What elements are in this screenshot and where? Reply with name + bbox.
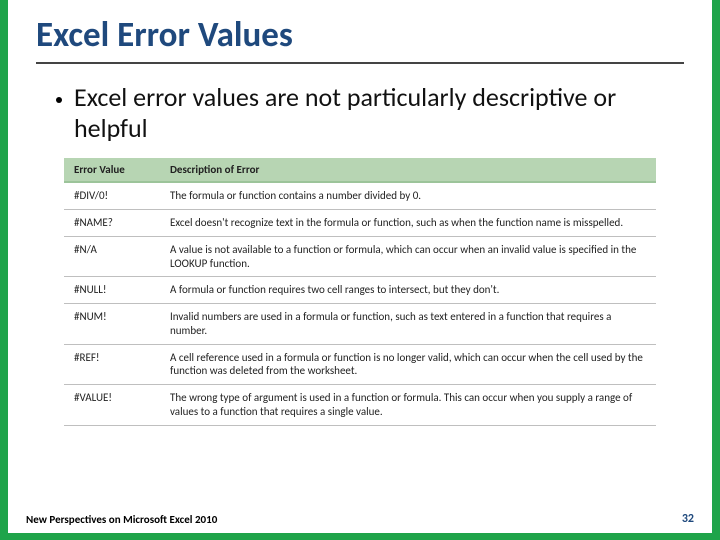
cell-error-value: #NAME?: [64, 210, 160, 237]
cell-description: A formula or function requires two cell …: [160, 277, 656, 304]
table-row: #NAME? Excel doesn't recognize text in t…: [64, 210, 656, 237]
slide-frame: Excel Error Values Excel error values ar…: [0, 0, 720, 540]
bullet-text: Excel error values are not particularly …: [74, 82, 664, 144]
table-header-row: Error Value Description of Error: [64, 158, 656, 182]
cell-description: Invalid numbers are used in a formula or…: [160, 304, 656, 345]
cell-error-value: #N/A: [64, 236, 160, 277]
table-row: #REF! A cell reference used in a formula…: [64, 344, 656, 385]
error-table: Error Value Description of Error #DIV/0!…: [64, 158, 656, 425]
col-header-error-value: Error Value: [64, 158, 160, 182]
table-row: #NUM! Invalid numbers are used in a form…: [64, 304, 656, 345]
cell-error-value: #NULL!: [64, 277, 160, 304]
table-row: #VALUE! The wrong type of argument is us…: [64, 385, 656, 426]
cell-description: The formula or function contains a numbe…: [160, 182, 656, 209]
table-row: #N/A A value is not available to a funct…: [64, 236, 656, 277]
bullet-item: Excel error values are not particularly …: [8, 76, 712, 158]
cell-error-value: #NUM!: [64, 304, 160, 345]
footer-source: New Perspectives on Microsoft Excel 2010: [26, 513, 217, 526]
slide-footer: New Perspectives on Microsoft Excel 2010…: [26, 512, 694, 526]
cell-description: A cell reference used in a formula or fu…: [160, 344, 656, 385]
bullet-dot-icon: [56, 97, 62, 103]
cell-error-value: #VALUE!: [64, 385, 160, 426]
cell-description: Excel doesn't recognize text in the form…: [160, 210, 656, 237]
col-header-description: Description of Error: [160, 158, 656, 182]
page-title: Excel Error Values: [8, 0, 712, 62]
cell-description: The wrong type of argument is used in a …: [160, 385, 656, 426]
cell-error-value: #REF!: [64, 344, 160, 385]
page-number: 32: [682, 512, 694, 526]
table-row: #DIV/0! The formula or function contains…: [64, 182, 656, 209]
error-table-wrap: Error Value Description of Error #DIV/0!…: [8, 158, 712, 425]
cell-error-value: #DIV/0!: [64, 182, 160, 209]
cell-description: A value is not available to a function o…: [160, 236, 656, 277]
table-row: #NULL! A formula or function requires tw…: [64, 277, 656, 304]
title-divider: [36, 62, 684, 64]
